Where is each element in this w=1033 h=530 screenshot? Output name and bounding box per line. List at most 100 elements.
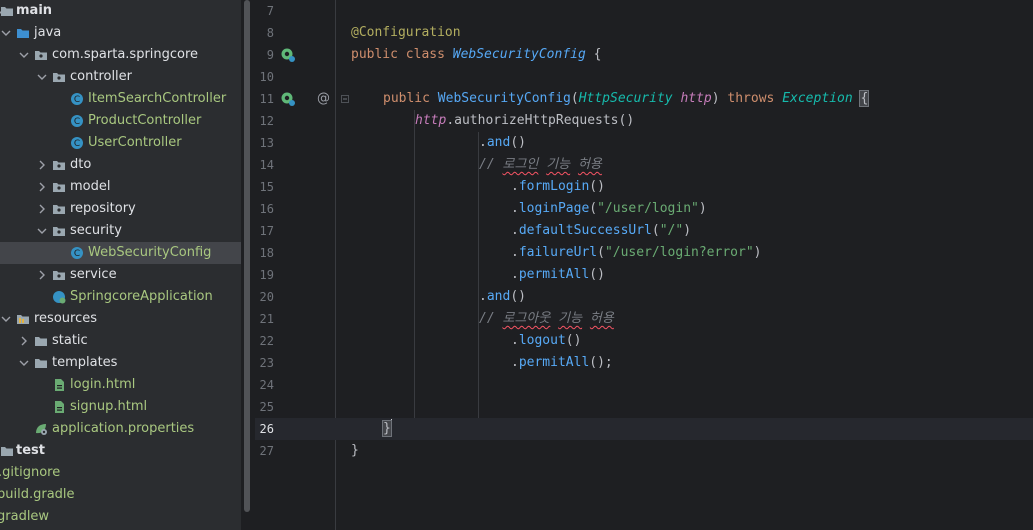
code-line[interactable]: 16 .loginPage("/user/login") [255,198,1033,220]
package-icon [34,48,48,62]
code-line[interactable]: 21 // 로그아웃 기능 허용 [255,308,1033,330]
punctuation: () [565,333,582,348]
chevron-right-icon[interactable] [36,198,48,220]
code-line[interactable]: 17 .defaultSuccessUrl("/") [255,220,1033,242]
tree-item-repository[interactable]: repository [0,198,241,220]
line-number: 20 [259,290,274,304]
tree-item-label: model [70,179,111,194]
line-number: 25 [259,400,274,414]
chevron-right-icon[interactable] [36,176,48,198]
code-line[interactable]: 27 } [255,440,1033,462]
punctuation: . [446,113,455,128]
fold-open-icon[interactable] [341,95,349,103]
override-marker[interactable]: @ [317,89,330,109]
code-line[interactable]: 11 @ public WebSecurityConfig(HttpSecuri… [255,88,1033,110]
code-line[interactable]: 9 public class WebSecurityConfig { [255,44,1033,66]
resources-folder-icon [16,312,30,326]
code-line[interactable]: 20 .and() [255,286,1033,308]
code-text: .and() [479,133,526,153]
line-number: 8 [266,26,274,40]
current-code-line[interactable]: 26 } [255,418,1033,440]
code-line[interactable]: 15 .formLogin() [255,176,1033,198]
tree-item-java[interactable]: java [0,22,241,44]
line-number: 11 [259,92,274,106]
tree-item-templates[interactable]: templates [0,352,241,374]
code-text: .defaultSuccessUrl("/") [511,221,691,241]
spring-bean-icon[interactable] [280,91,296,107]
tree-item-static[interactable]: static [0,330,241,352]
code-text: .permitAll(); [511,353,613,373]
chevron-right-icon[interactable] [18,330,30,352]
punctuation: . [511,179,519,194]
code-line[interactable]: 12 http.authorizeHttpRequests() [255,110,1033,132]
tree-item-dto[interactable]: dto [0,154,241,176]
chevron-down-icon[interactable] [18,44,30,66]
comment-word: 허용 [577,157,602,172]
tree-item-main[interactable]: main [0,0,241,22]
chevron-right-icon[interactable] [36,264,48,286]
tree-item-controller[interactable]: controller [0,66,241,88]
comment-prefix: // [479,311,503,326]
spring-bean-icon[interactable] [280,47,296,63]
code-line[interactable]: 19 .permitAll() [255,264,1033,286]
tree-item-websecurityconfig[interactable]: C WebSecurityConfig [0,242,241,264]
tree-item-label: WebSecurityConfig [88,245,212,260]
code-line[interactable]: 22 .logout() [255,330,1033,352]
tree-item-signup-html[interactable]: signup.html [0,396,241,418]
tree-item-label: ProductController [88,113,202,128]
tree-item-package[interactable]: com.sparta.springcore [0,44,241,66]
code-line[interactable]: 23 .permitAll(); [255,352,1033,374]
tree-item-gradlew[interactable]: gradlew [0,506,241,528]
code-line[interactable]: 18 .failureUrl("/user/login?error") [255,242,1033,264]
chevron-down-icon[interactable] [36,66,48,88]
class-icon: C [70,114,84,128]
tree-item-productcontroller[interactable]: C ProductController [0,110,241,132]
tree-item-label: login.html [70,377,136,392]
code-line[interactable]: 8 @Configuration [255,22,1033,44]
tree-scrollbar-thumb[interactable] [244,0,250,512]
code-line[interactable]: 13 .and() [255,132,1033,154]
code-text: .failureUrl("/user/login?error") [511,243,761,263]
project-tree[interactable]: main java com.sparta.springcore controll… [0,0,241,530]
chevron-down-icon[interactable] [0,22,12,44]
tree-item-login-html[interactable]: login.html [0,374,241,396]
method-call: defaultSuccessUrl [518,223,652,238]
tree-item-service[interactable]: service [0,264,241,286]
tree-item-label: resources [34,311,98,326]
chevron-down-icon[interactable] [18,352,30,374]
code-line[interactable]: 7 [255,0,1033,22]
tree-item-resources[interactable]: resources [0,308,241,330]
punctuation: ( [589,201,598,216]
line-number: 24 [259,378,274,392]
chevron-down-icon[interactable] [0,308,12,330]
chevron-down-icon[interactable] [36,220,48,242]
code-line[interactable]: 24 [255,374,1033,396]
package-icon [52,202,66,216]
punctuation: . [511,223,519,238]
tree-item-usercontroller[interactable]: C UserController [0,132,241,154]
comment-word: 로그아웃 [502,311,551,326]
folder-icon [0,4,14,18]
punctuation: . [479,135,487,150]
line-number: 12 [259,114,274,128]
code-line[interactable]: 14 // 로그인 기능 허용 [255,154,1033,176]
code-text: .loginPage("/user/login") [511,199,707,219]
code-line[interactable]: 25 [255,396,1033,418]
punctuation: ( [570,91,579,106]
svg-text:C: C [74,95,80,105]
tree-item-security[interactable]: security [0,220,241,242]
tree-item-model[interactable]: model [0,176,241,198]
tree-item-label: signup.html [70,399,148,414]
tree-item-label: repository [70,201,136,216]
code-line[interactable]: 10 [255,66,1033,88]
tree-item-application-properties[interactable]: application.properties [0,418,241,440]
tree-item-test[interactable]: test [0,440,241,462]
line-number: 14 [259,158,274,172]
tree-item-build-gradle[interactable]: build.gradle [0,484,241,506]
chevron-right-icon[interactable] [36,154,48,176]
tree-item-springcoreapplication[interactable]: SpringcoreApplication [0,286,241,308]
tree-item-itemsearchcontroller[interactable]: C ItemSearchController [0,88,241,110]
tree-item-gitignore[interactable]: .gitignore [0,462,241,484]
method-call: permitAll [518,355,590,370]
